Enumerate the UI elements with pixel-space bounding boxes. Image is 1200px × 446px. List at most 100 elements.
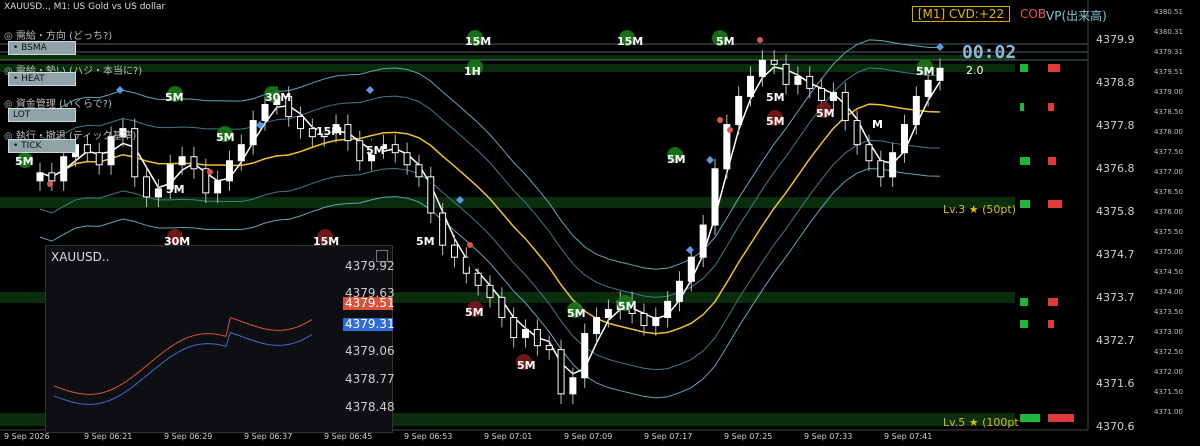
vp-bar-green [1020, 320, 1028, 328]
price-axis-tick: 4378.00 [1154, 128, 1183, 136]
time-axis-label: 9 Sep 2026 [4, 432, 50, 441]
candle-body [48, 172, 56, 182]
vp-bar-red [1048, 320, 1054, 328]
candle-body [450, 244, 458, 258]
price-axis-label: 4371.6 [1096, 377, 1135, 390]
price-axis-tick: 4379.00 [1154, 88, 1183, 96]
candle-body [36, 172, 44, 182]
sub-window[interactable]: XAUUSD.. 4379.92 4379.63 4379.51 4379.31… [45, 245, 395, 433]
price-axis-label: 4374.7 [1096, 248, 1135, 261]
candle-body [652, 316, 660, 327]
candle-body [604, 308, 612, 318]
tf-tag: 30M [265, 91, 292, 104]
vp-bar-red [1048, 157, 1056, 165]
tf-tag: 5M [716, 35, 735, 48]
panel-row-direction: ◎ 需給・方向 (どっち?) [4, 31, 113, 42]
price-axis-tick: 4379.51 [1154, 68, 1183, 76]
candle-body [853, 120, 861, 146]
candle-body [60, 156, 68, 182]
tf-tag: 5M [517, 359, 536, 372]
candle-body [699, 224, 707, 258]
red-dot-marker [47, 181, 53, 187]
tf-tag: 5M [216, 131, 235, 144]
candle-body [403, 152, 411, 166]
price-axis-label: 4372.7 [1096, 334, 1135, 347]
candle-body [640, 312, 648, 327]
tf-marker-circle [467, 253, 483, 269]
red-dot-marker [467, 242, 473, 248]
vp-bar-green [1020, 414, 1040, 422]
candle-body [794, 75, 802, 85]
heat-button[interactable]: • HEAT [8, 72, 76, 86]
chart-title: XAUUSD.., M1: US Gold vs US dollar [4, 2, 166, 12]
red-dot-marker [717, 117, 723, 123]
sub-price-3: 4379.06 [345, 344, 395, 358]
candle-body [391, 144, 399, 154]
price-axis-tick: 4380.51 [1154, 8, 1183, 16]
candle-body [356, 140, 364, 162]
candle-body [297, 116, 305, 130]
candle-body [664, 300, 672, 318]
price-axis-tick: 4373.00 [1154, 328, 1183, 336]
tf-tag: 15M [316, 125, 343, 138]
tick-button[interactable]: • TICK [8, 139, 76, 153]
price-axis-tick: 4371.50 [1154, 388, 1183, 396]
price-axis-tick: 4375.00 [1154, 248, 1183, 256]
candle-body [924, 79, 932, 97]
candle-body [936, 67, 944, 81]
vp-label: VP(出来高) [1046, 9, 1107, 23]
candle-body [889, 152, 897, 178]
sub-price-1: 4379.92 [345, 259, 395, 273]
level-label-lv3: Lv.3 ★ (50pt) [943, 203, 1017, 216]
vp-bar-red [1048, 414, 1074, 422]
price-axis-label: 4379.9 [1096, 33, 1135, 46]
candle-body [154, 188, 162, 198]
candle-body [261, 103, 269, 122]
time-axis-label: 9 Sep 07:09 [564, 432, 613, 441]
candle-body [178, 156, 186, 166]
price-axis-label: 4375.8 [1096, 205, 1135, 218]
time-axis-label: 9 Sep 07:41 [884, 432, 933, 441]
vp-bar-red [1048, 200, 1062, 208]
candle-body [593, 316, 601, 335]
vp-bar-green [1020, 157, 1030, 165]
price-axis-tick: 4372.50 [1154, 348, 1183, 356]
candle-body [249, 120, 257, 146]
tf-tag: 5M [766, 115, 785, 128]
lot-button[interactable]: LOT [8, 108, 76, 122]
cvd-status-box: [M1] CVD:+22 [912, 6, 1010, 22]
candle-body [675, 280, 683, 302]
vp-bar-red [1048, 103, 1054, 111]
tf-tag: M [872, 118, 883, 131]
vp-bar-green [1020, 298, 1028, 306]
red-dot-marker [757, 37, 763, 43]
candle-body [782, 63, 790, 85]
tf-tag: 15M [617, 35, 644, 48]
countdown-sub: 2.0 [966, 64, 984, 77]
price-axis-tick: 4371.00 [1154, 408, 1183, 416]
zone-band [0, 55, 1015, 60]
price-axis-tick: 4372.00 [1154, 368, 1183, 376]
cob-label: COB [1020, 7, 1047, 21]
time-axis-label: 9 Sep 06:21 [84, 432, 133, 441]
candle-body [486, 284, 494, 298]
candle-body [557, 349, 565, 395]
price-axis-tick: 4378.50 [1154, 108, 1183, 116]
tf-tag: 5M [166, 183, 185, 196]
price-axis-label: 4373.7 [1096, 291, 1135, 304]
price-axis-label: 4378.8 [1096, 76, 1135, 89]
level-label-lv5: Lv.5 ★ (100pt [943, 416, 1019, 429]
tf-tag: 15M [465, 35, 492, 48]
candle-body [829, 91, 837, 101]
bsma-button[interactable]: • BSMA [8, 41, 76, 55]
candle-body [747, 75, 755, 97]
price-axis-label: 4370.6 [1096, 420, 1135, 433]
candle-body [510, 316, 518, 339]
red-dot-marker [727, 127, 733, 133]
time-axis-label: 9 Sep 07:25 [724, 432, 773, 441]
time-axis-label: 9 Sep 06:45 [324, 432, 373, 441]
vp-bar-green [1020, 200, 1030, 208]
vp-bar-green [1020, 64, 1028, 72]
candle-body [427, 176, 435, 214]
tf-tag: 5M [15, 155, 34, 168]
